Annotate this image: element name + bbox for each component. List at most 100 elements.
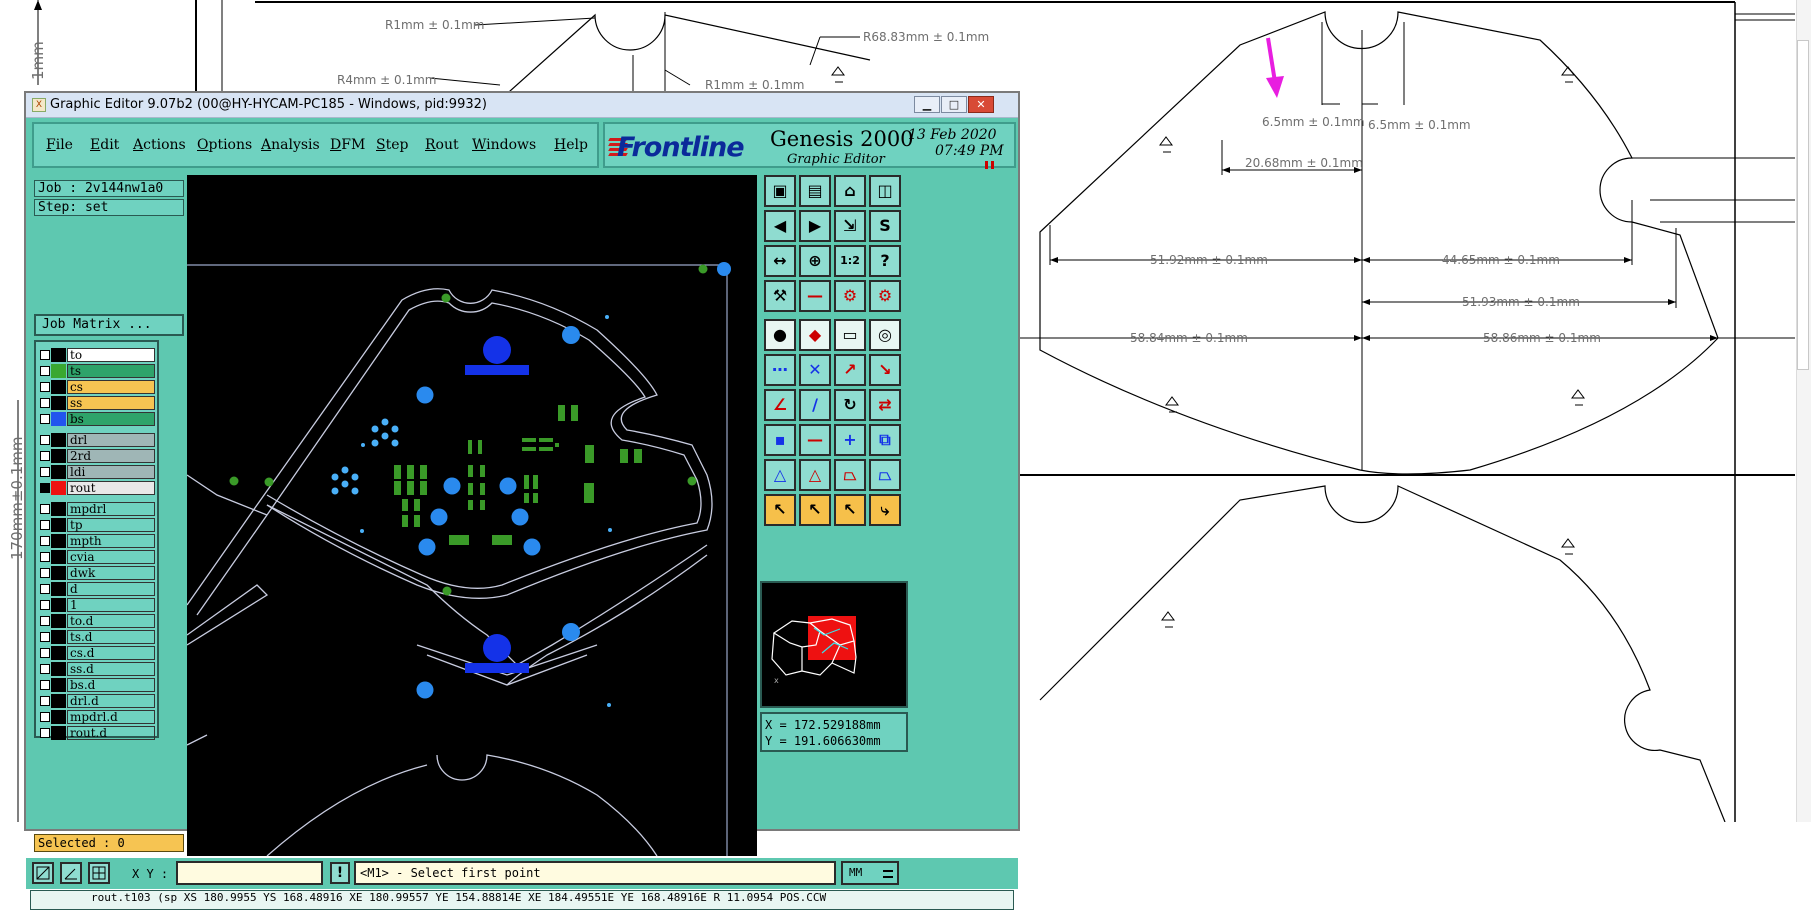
tool-zoom-in-icon[interactable]: ⊕ <box>799 245 831 277</box>
tool-s-icon[interactable]: S <box>869 210 901 242</box>
tool-pan-right-icon[interactable]: ▶ <box>799 210 831 242</box>
tool-delete-x-icon[interactable]: ✕ <box>799 354 831 386</box>
menu-dfm[interactable]: DFM <box>330 137 365 153</box>
layer-checkbox[interactable] <box>40 451 50 461</box>
tool-link-icon[interactable]: ↘ <box>869 354 901 386</box>
tool-ruler-icon[interactable]: ▭ <box>834 319 866 351</box>
restore-button[interactable]: □ <box>941 96 967 113</box>
menu-step[interactable]: Step <box>376 137 408 153</box>
layer-row[interactable]: mpth <box>38 534 155 548</box>
layer-row[interactable]: to.d <box>38 614 155 628</box>
layer-checkbox[interactable] <box>40 616 50 626</box>
layer-row[interactable]: cvia <box>38 550 155 564</box>
tool-line-icon[interactable]: — <box>799 424 831 456</box>
tool-window-icon[interactable]: ◫ <box>869 175 901 207</box>
tool-separator-icon[interactable]: — <box>799 280 831 312</box>
layer-checkbox[interactable] <box>40 398 50 408</box>
layer-row[interactable]: d <box>38 582 155 596</box>
tool-one-to-two-icon[interactable]: 1:2 <box>834 245 866 277</box>
layer-checkbox[interactable] <box>40 600 50 610</box>
layer-row[interactable]: mpdrl.d <box>38 710 155 724</box>
xy-input[interactable] <box>176 861 323 885</box>
close-button[interactable]: ✕ <box>968 96 994 113</box>
menu-file[interactable]: File <box>46 137 73 153</box>
layer-checkbox[interactable] <box>40 435 50 445</box>
menu-options[interactable]: Options <box>197 137 252 153</box>
tool-angle-icon[interactable]: ∠ <box>764 389 796 421</box>
exclamation-button[interactable]: ! <box>330 862 350 884</box>
tool-zoom-home-icon[interactable]: ▤ <box>799 175 831 207</box>
layer-row[interactable]: ss <box>38 396 155 410</box>
layer-checkbox[interactable] <box>40 680 50 690</box>
layer-row[interactable]: cs <box>38 380 155 394</box>
layer-row[interactable]: to <box>38 348 155 362</box>
layer-row[interactable]: tp <box>38 518 155 532</box>
tool-trapezoid-icon[interactable]: ⏢ <box>834 459 866 491</box>
tool-rotate-icon[interactable]: ↻ <box>834 389 866 421</box>
tool-node-icon[interactable]: ▪ <box>764 424 796 456</box>
tool-snap-icon[interactable]: ◎ <box>869 319 901 351</box>
layer-row[interactable]: ts.d <box>38 630 155 644</box>
tool-home-icon[interactable]: ⌂ <box>834 175 866 207</box>
layer-row[interactable]: drl.d <box>38 694 155 708</box>
tool-draw-shape-icon[interactable]: ◆ <box>799 319 831 351</box>
menu-rout[interactable]: Rout <box>425 137 459 153</box>
layer-checkbox[interactable] <box>40 552 50 562</box>
layer-row[interactable]: 2rd <box>38 449 155 463</box>
layer-row[interactable]: ldi <box>38 465 155 479</box>
tool-settings-red-icon-2[interactable]: ⚙ <box>869 280 901 312</box>
tool-select-point-icon[interactable]: ● <box>764 319 796 351</box>
layer-checkbox[interactable] <box>40 728 50 738</box>
tool-cross-icon[interactable]: + <box>834 424 866 456</box>
tool-mirror-icon[interactable]: ⇄ <box>869 389 901 421</box>
minimize-button[interactable]: ▁ <box>914 96 940 113</box>
layer-checkbox[interactable] <box>40 382 50 392</box>
grid-snap-icon[interactable] <box>88 862 110 884</box>
tool-move-icon[interactable]: ↗ <box>834 354 866 386</box>
tool-triangle-icon[interactable]: △ <box>764 459 796 491</box>
layer-checkbox[interactable] <box>40 632 50 642</box>
tool-route-icon[interactable]: ⤷ <box>869 494 901 526</box>
layer-checkbox[interactable] <box>40 483 50 493</box>
tool-home-view-icon[interactable]: ▣ <box>764 175 796 207</box>
tool-zoom-fit-icon[interactable]: ⇲ <box>834 210 866 242</box>
tool-settings-red-icon[interactable]: ⚙ <box>834 280 866 312</box>
layer-row[interactable]: mpdrl <box>38 502 155 516</box>
layer-row[interactable]: rout <box>38 481 155 495</box>
layer-row[interactable]: 1 <box>38 598 155 612</box>
layer-checkbox[interactable] <box>40 467 50 477</box>
layer-checkbox[interactable] <box>40 584 50 594</box>
tool-trapezoid-arrow-icon[interactable]: ⏢ <box>869 459 901 491</box>
tool-pointer-red-icon[interactable]: ↖ <box>799 494 831 526</box>
tool-help-icon[interactable]: ? <box>869 245 901 277</box>
layer-checkbox[interactable] <box>40 568 50 578</box>
page-scrollbar-thumb[interactable] <box>1797 40 1809 370</box>
layer-checkbox[interactable] <box>40 664 50 674</box>
layer-checkbox[interactable] <box>40 696 50 706</box>
menu-analysis[interactable]: Analysis <box>261 137 320 153</box>
units-select[interactable]: MM <box>841 861 899 885</box>
menu-help[interactable]: Help <box>554 137 588 153</box>
layer-checkbox[interactable] <box>40 648 50 658</box>
snap-icon[interactable] <box>32 862 54 884</box>
pause-icon[interactable] <box>985 161 994 169</box>
tool-triangle-red-icon[interactable]: △ <box>799 459 831 491</box>
tool-zoom-expand-icon[interactable]: ↔ <box>764 245 796 277</box>
overview-minimap[interactable]: x <box>760 581 908 708</box>
layer-checkbox[interactable] <box>40 504 50 514</box>
layer-row[interactable]: dwk <box>38 566 155 580</box>
menu-windows[interactable]: Windows <box>472 137 536 153</box>
layer-row[interactable]: ts <box>38 364 155 378</box>
tool-copy-icon[interactable]: ⧉ <box>869 424 901 456</box>
menu-actions[interactable]: Actions <box>133 137 186 153</box>
tool-pointer-icon[interactable]: ↖ <box>764 494 796 526</box>
layer-row[interactable]: bs <box>38 412 155 426</box>
menu-edit[interactable]: Edit <box>90 137 119 153</box>
tool-connect-icon[interactable]: ⋯ <box>764 354 796 386</box>
layer-row[interactable]: cs.d <box>38 646 155 660</box>
layer-row[interactable]: ss.d <box>38 662 155 676</box>
layer-checkbox[interactable] <box>40 350 50 360</box>
tool-slash-icon[interactable]: / <box>799 389 831 421</box>
tool-pan-left-icon[interactable]: ◀ <box>764 210 796 242</box>
window-titlebar[interactable]: X Graphic Editor 9.07b2 (00@HY-HYCAM-PC1… <box>26 93 1018 118</box>
